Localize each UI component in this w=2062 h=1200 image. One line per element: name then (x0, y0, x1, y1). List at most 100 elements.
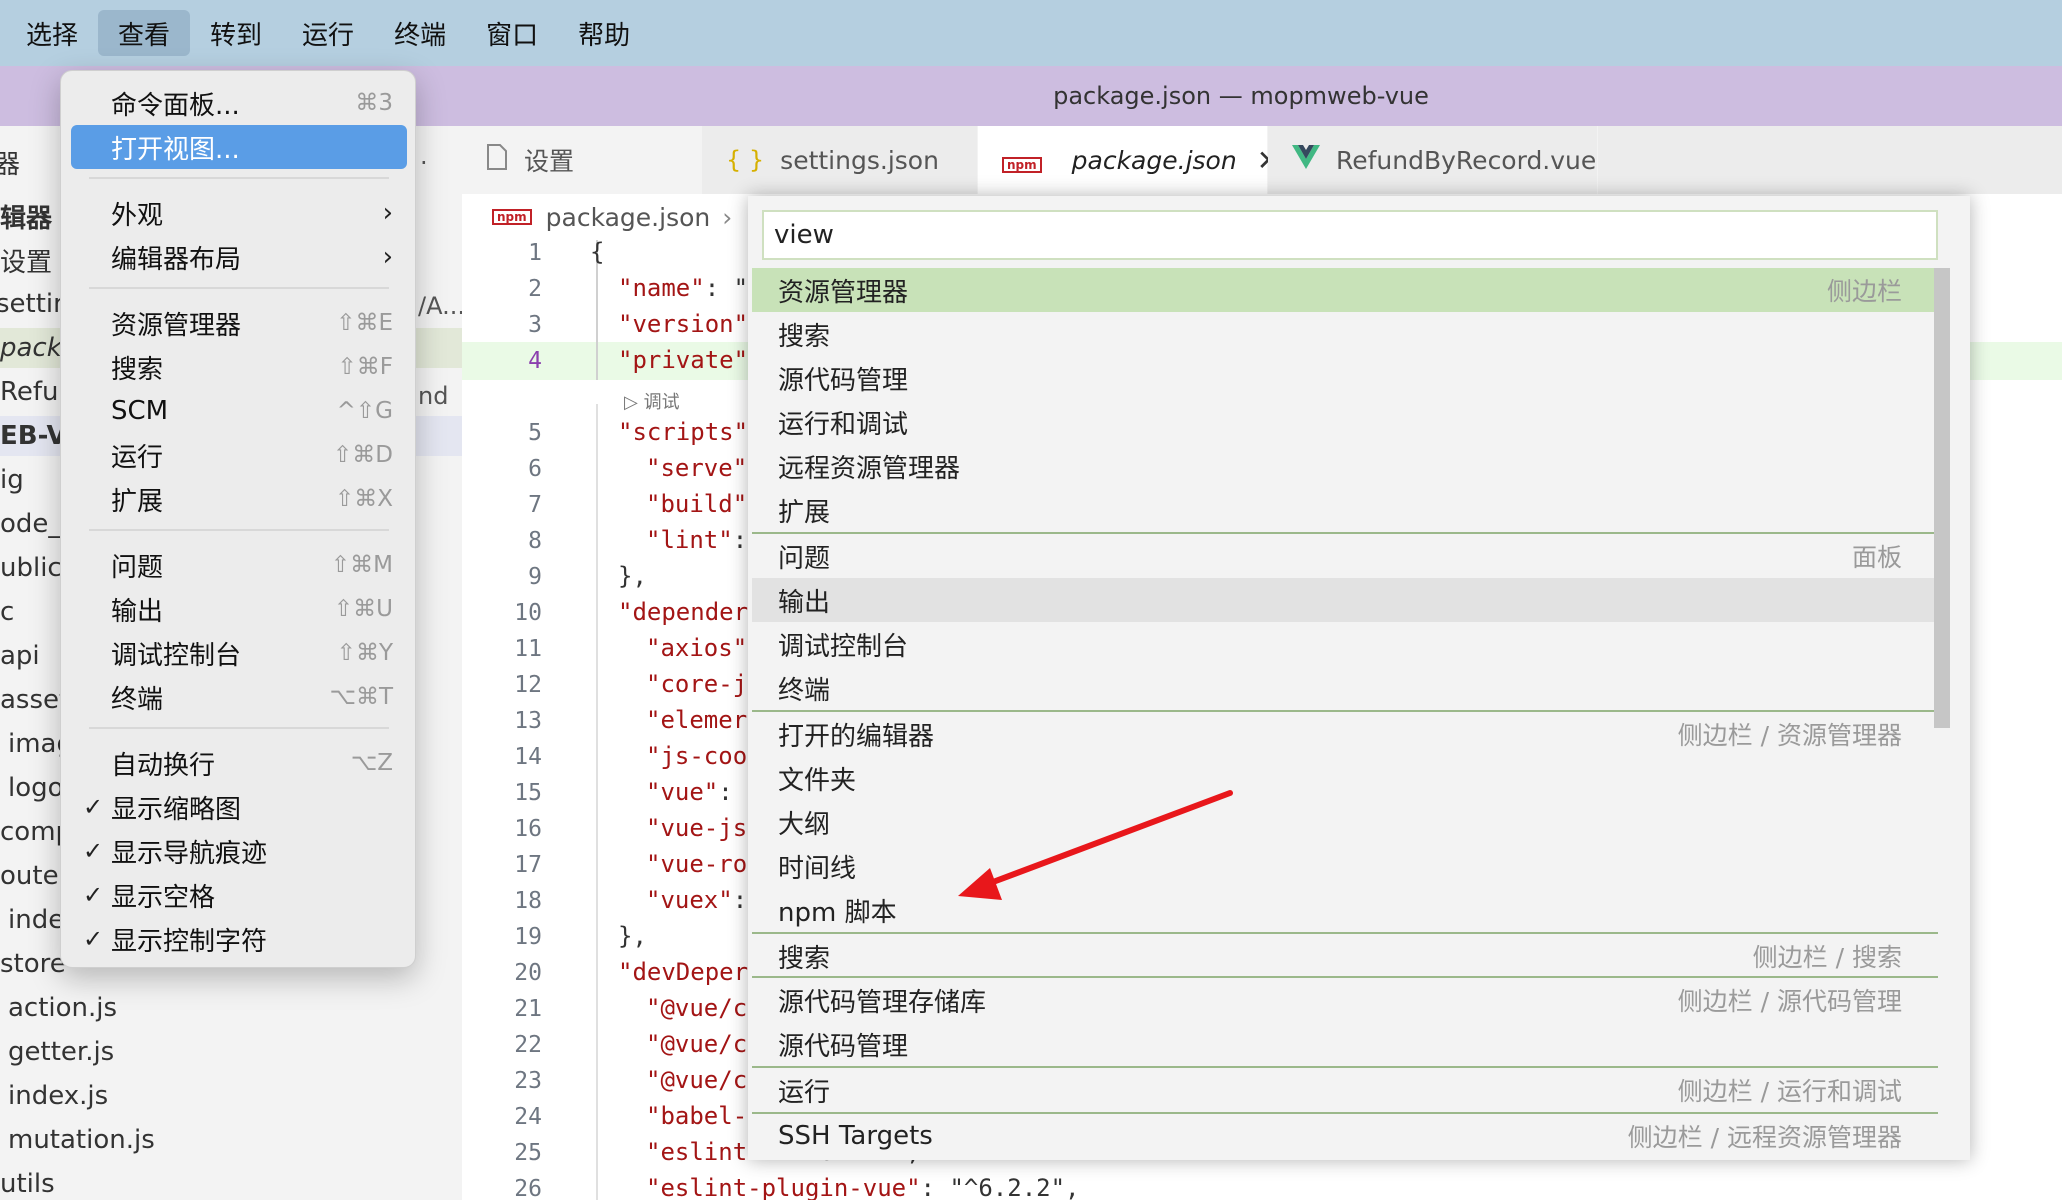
codelens-debug[interactable]: ▷ 调试 (624, 388, 680, 414)
code-line[interactable]: "name": " (618, 274, 748, 302)
menu-window[interactable]: 窗口 (466, 10, 558, 56)
menu-item-explorer[interactable]: 资源管理器 ⇧⌘E (71, 301, 407, 345)
checkmark-icon: ✓ (83, 793, 104, 821)
menu-run[interactable]: 运行 (282, 10, 374, 56)
code-line[interactable]: }, (618, 922, 647, 950)
quick-pick-item[interactable]: 源代码管理 (752, 1022, 1938, 1066)
menu-item-extensions[interactable]: 扩展 ⇧⌘X (71, 477, 407, 521)
code-line[interactable]: "elemer (646, 706, 747, 734)
quick-pick-item[interactable]: 运行和调试 (752, 400, 1938, 444)
line-number: 18 (514, 888, 542, 914)
quick-pick-item[interactable]: SSH Targets 侧边栏 / 远程资源管理器 (752, 1114, 1938, 1158)
quick-pick-item[interactable]: 资源管理器 侧边栏 (752, 268, 1938, 312)
menu-item-search[interactable]: 搜索 ⇧⌘F (71, 345, 407, 389)
code-line[interactable]: }, (618, 562, 647, 590)
line-number: 14 (514, 744, 542, 770)
quick-pick-item[interactable]: 时间线 (752, 844, 1938, 888)
tab-settings-ui[interactable]: 设置 (462, 126, 702, 194)
menu-item-run[interactable]: 运行 ⇧⌘D (71, 433, 407, 477)
menu-item-appearance[interactable]: 外观 › (71, 191, 407, 235)
menu-item-show-breadcrumbs[interactable]: ✓ 显示导航痕迹 (71, 829, 407, 873)
menu-goto[interactable]: 转到 (190, 10, 282, 56)
code-line[interactable]: "vue-ro (646, 850, 747, 878)
menu-item-show-whitespace[interactable]: ✓ 显示空格 (71, 873, 407, 917)
code-line[interactable]: "eslint-plugin-vue": "^6.2.2", (646, 1174, 1080, 1200)
json-key: "scripts" (618, 418, 749, 446)
quick-pick-item[interactable]: 运行 侧边栏 / 运行和调试 (752, 1068, 1938, 1112)
sidebar-row[interactable]: mutation.js (0, 1120, 462, 1160)
code-line[interactable]: "vuex": (646, 886, 747, 914)
code-line[interactable]: "@vue/c (646, 1030, 747, 1058)
json-key: "js-coo (646, 742, 748, 770)
quick-pick-item-npm-scripts[interactable]: npm 脚本 (752, 888, 1938, 932)
code-line[interactable]: "@vue/c (646, 1066, 747, 1094)
code-line[interactable]: "vue": (646, 778, 747, 806)
menu-item-debug-console[interactable]: 调试控制台 ⇧⌘Y (71, 631, 407, 675)
quick-pick-item[interactable]: 调试控制台 (752, 622, 1938, 666)
tab-label: package.json (1071, 145, 1237, 175)
code-line[interactable]: "build" (646, 490, 747, 518)
checkmark-icon: ✓ (83, 925, 104, 953)
quick-pick-item[interactable]: 打开的编辑器 侧边栏 / 资源管理器 (752, 712, 1938, 756)
menu-item-editor-layout[interactable]: 编辑器布局 › (71, 235, 407, 279)
tab-package-json[interactable]: npm package.json ✕ (978, 126, 1280, 194)
sidebar-row[interactable]: utils (0, 1164, 462, 1200)
menu-help[interactable]: 帮助 (558, 10, 650, 56)
quick-pick-item[interactable]: 扩展 (752, 488, 1938, 532)
menu-separator (89, 727, 389, 729)
code-line[interactable]: { (590, 238, 604, 266)
quick-pick-item[interactable]: 源代码管理存储库 侧边栏 / 源代码管理 (752, 978, 1938, 1022)
tab-settings-json[interactable]: { } settings.json (702, 126, 978, 194)
quick-pick-item[interactable]: 源代码管理 (752, 356, 1938, 400)
quick-pick-scrollbar[interactable] (1934, 268, 1950, 728)
code-line[interactable]: "core-j (646, 670, 747, 698)
line-number: 5 (528, 420, 542, 446)
menu-view[interactable]: 查看 (98, 10, 191, 56)
sidebar-row[interactable]: action.js (0, 988, 462, 1028)
quick-pick-item[interactable]: 搜索 侧边栏 / 搜索 (752, 934, 1938, 978)
code-line[interactable]: "devDeper (618, 958, 748, 986)
vue-icon (1292, 144, 1320, 176)
breadcrumb-file[interactable]: package.json (546, 203, 711, 232)
json-key: "eslint-plugin-vue" (646, 1174, 921, 1200)
quick-pick-item[interactable]: 远程资源管理器 (752, 444, 1938, 488)
sidebar-row[interactable]: getter.js (0, 1032, 462, 1072)
code-line[interactable]: "version" (618, 310, 748, 338)
menu-select[interactable]: 选择 (6, 10, 98, 56)
menu-item-show-control-chars[interactable]: ✓ 显示控制字符 (71, 917, 407, 961)
json-key: "build" (646, 490, 748, 518)
quick-pick-input[interactable]: view (762, 210, 1938, 260)
menu-item-problems[interactable]: 问题 ⇧⌘M (71, 543, 407, 587)
code-line[interactable]: "vue-js (646, 814, 747, 842)
menu-item-output[interactable]: 输出 ⇧⌘U (71, 587, 407, 631)
menu-terminal[interactable]: 终端 (374, 10, 466, 56)
tab-refund-vue[interactable]: RefundByRecord.vue (1268, 126, 1598, 194)
menu-item-scm[interactable]: SCM ^⇧G (71, 389, 407, 433)
menu-item-terminal[interactable]: 终端 ⌥⌘T (71, 675, 407, 719)
code-line[interactable]: "depender (618, 598, 748, 626)
menu-item-show-minimap[interactable]: ✓ 显示缩略图 (71, 785, 407, 829)
quick-pick-item[interactable]: 大纲 (752, 800, 1938, 844)
sidebar-row[interactable]: index.js (0, 1076, 462, 1116)
quick-pick-item[interactable]: 终端 (752, 666, 1938, 710)
menu-item-open-view[interactable]: 打开视图... (71, 125, 407, 169)
quick-pick-item[interactable]: 搜索 (752, 312, 1938, 356)
line-number: 3 (528, 312, 542, 338)
code-line[interactable]: "serve" (646, 454, 747, 482)
code-line[interactable]: "babel- (646, 1102, 747, 1130)
quick-pick-item[interactable]: 输出 (752, 578, 1938, 622)
code-line[interactable]: "private" (618, 346, 748, 374)
json-key: { (590, 238, 605, 266)
menu-item-word-wrap[interactable]: 自动换行 ⌥Z (71, 741, 407, 785)
code-line[interactable]: "js-coo (646, 742, 747, 770)
quick-pick-item[interactable]: 文件夹 (752, 756, 1938, 800)
breadcrumb[interactable]: npm package.json › (492, 200, 732, 234)
quick-pick-item[interactable]: 问题 面板 (752, 534, 1938, 578)
code-line[interactable]: "scripts" (618, 418, 748, 446)
open-view-quick-pick: view 资源管理器 侧边栏 搜索 源代码管理 运行和调试 远程资源管理器 扩展… (748, 196, 1970, 1160)
code-line[interactable]: "lint": (646, 526, 747, 554)
menu-item-command-palette[interactable]: 命令面板... ⌘3 (71, 81, 407, 125)
code-line[interactable]: "@vue/c (646, 994, 747, 1022)
file-icon (486, 144, 508, 176)
code-line[interactable]: "axios" (646, 634, 747, 662)
